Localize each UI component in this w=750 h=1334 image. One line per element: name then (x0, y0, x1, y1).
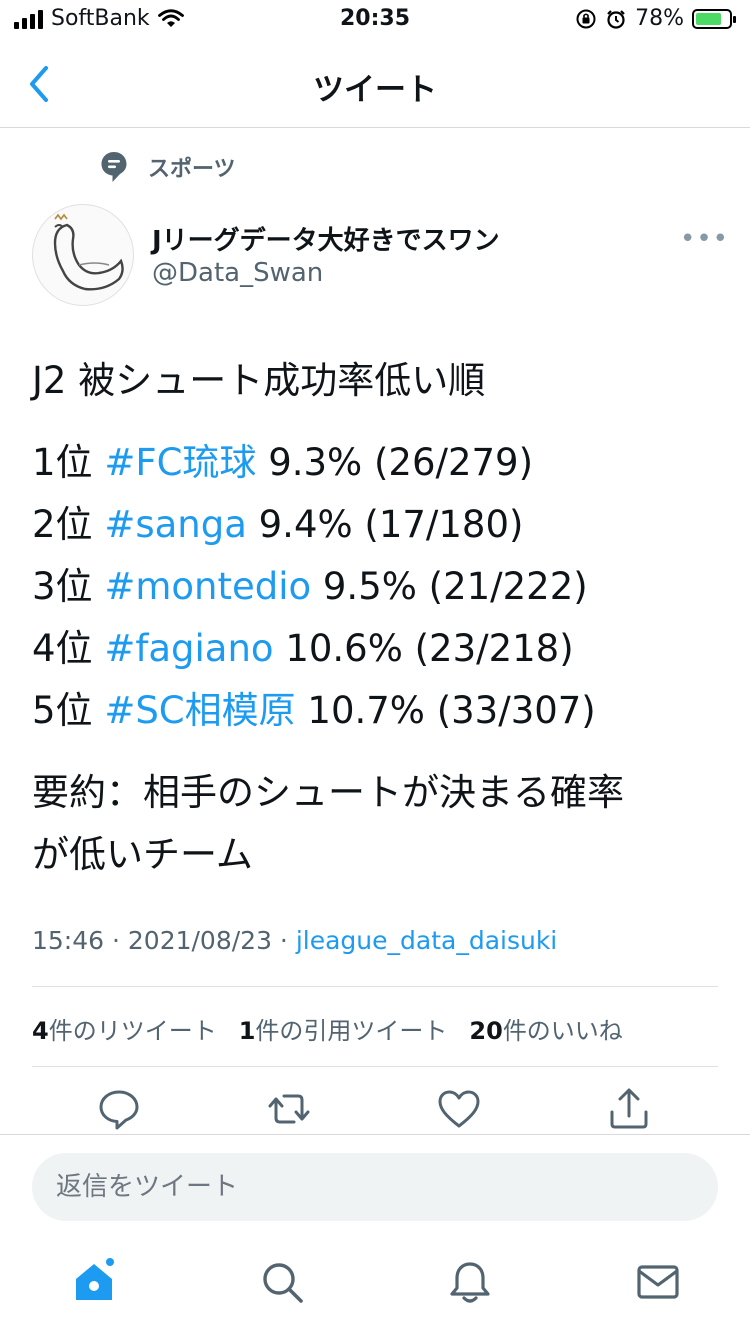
engagement-stats: 4件のリツイート 1件の引用ツイート 20件のいいね (32, 1011, 623, 1046)
ranking-item: 2位 #sanga 9.4% (17/180) (32, 494, 722, 556)
retweets-stat[interactable]: 4件のリツイート (32, 1011, 217, 1046)
ranking-item: 3位 #montedio 9.5% (21/222) (32, 556, 722, 618)
divider (32, 986, 718, 987)
battery-icon (692, 8, 736, 29)
author-name[interactable]: Jリーグデータ大好きでスワン (152, 220, 500, 257)
source-link[interactable]: jleague_data_daisuki (296, 926, 557, 955)
quotes-stat[interactable]: 1件の引用ツイート (239, 1011, 448, 1046)
share-icon[interactable] (606, 1086, 652, 1132)
author-handle[interactable]: @Data_Swan (152, 258, 323, 288)
tweet-time: 15:46 (32, 926, 105, 955)
rank-position: 3位 (32, 565, 93, 608)
retweets-count: 4 (32, 1017, 49, 1045)
summary-line: 要約：相手のシュートが決まる確率 (32, 771, 624, 814)
tweet-actions (0, 1086, 750, 1132)
ranking-item: 5位 #SC相模原 10.7% (33/307) (32, 680, 722, 742)
summary-line: が低いチーム (32, 833, 253, 876)
retweet-icon[interactable] (266, 1086, 312, 1132)
tweet-date: 2021/08/23 (127, 926, 272, 955)
status-bar: SoftBank 20:35 78% (0, 0, 750, 42)
hashtag-link[interactable]: #montedio (104, 565, 311, 608)
topic-context[interactable]: スポーツ (100, 150, 236, 184)
retweets-label: 件のリツイート (48, 1017, 217, 1045)
likes-label: 件のいいね (502, 1017, 623, 1045)
hashtag-link[interactable]: #SC相模原 (104, 689, 295, 732)
rank-position: 4位 (32, 627, 93, 670)
tweet-meta: 15:46 · 2021/08/23 · jleague_data_daisuk… (32, 926, 557, 955)
likes-stat[interactable]: 20件のいいね (469, 1011, 622, 1046)
tab-bar (0, 1238, 750, 1334)
tweet-summary: 要約：相手のシュートが決まる確率 が低いチーム (32, 762, 722, 886)
swan-logo (53, 213, 124, 291)
reply-input[interactable]: 返信をツイート (32, 1153, 718, 1221)
rank-stat: 9.5% (21/222) (322, 565, 588, 608)
battery-percent: 78% (635, 6, 684, 31)
topic-label: スポーツ (148, 157, 236, 182)
nav-bar: ツイート (0, 42, 750, 128)
rank-stat: 10.7% (33/307) (307, 689, 596, 732)
tweet-text: J2 被シュート成功率低い順 1位 #FC琉球 9.3% (26/279) 2位… (32, 350, 722, 886)
hashtag-link[interactable]: #fagiano (104, 627, 273, 670)
messages-icon[interactable] (634, 1258, 682, 1306)
rank-stat: 9.3% (26/279) (268, 441, 534, 484)
rank-position: 2位 (32, 503, 93, 546)
status-right: 78% (575, 6, 736, 31)
meta-separator: · (104, 926, 128, 955)
divider (32, 1066, 718, 1067)
rank-stat: 9.4% (17/180) (258, 503, 524, 546)
like-icon[interactable] (436, 1086, 482, 1132)
page-title: ツイート (313, 72, 437, 108)
rank-stat: 10.6% (23/218) (285, 627, 574, 670)
topic-icon (101, 152, 127, 182)
avatar[interactable] (32, 204, 134, 306)
hashtag-link[interactable]: #FC琉球 (104, 441, 256, 484)
battery-fill (696, 12, 721, 25)
search-icon[interactable] (258, 1258, 306, 1306)
quotes-label: 件の引用ツイート (255, 1017, 448, 1045)
reply-icon[interactable] (96, 1086, 142, 1132)
quotes-count: 1 (238, 1017, 256, 1045)
likes-count: 20 (469, 1017, 503, 1045)
alarm-icon (607, 9, 625, 29)
home-icon[interactable] (70, 1258, 118, 1306)
ranking-list: 1位 #FC琉球 9.3% (26/279) 2位 #sanga 9.4% (1… (32, 432, 722, 742)
meta-separator: · (271, 926, 296, 955)
ranking-item: 4位 #fagiano 10.6% (23/218) (32, 618, 722, 680)
reply-bar: 返信をツイート (0, 1134, 750, 1238)
more-options-icon[interactable]: ••• (680, 224, 729, 254)
hashtag-link[interactable]: #sanga (104, 503, 247, 546)
orientation-lock-icon (576, 9, 596, 28)
rank-position: 5位 (32, 689, 93, 732)
rank-position: 1位 (32, 441, 93, 484)
notifications-icon[interactable] (446, 1258, 494, 1306)
ranking-item: 1位 #FC琉球 9.3% (26/279) (32, 432, 722, 494)
tweet-headline: J2 被シュート成功率低い順 (32, 359, 486, 402)
